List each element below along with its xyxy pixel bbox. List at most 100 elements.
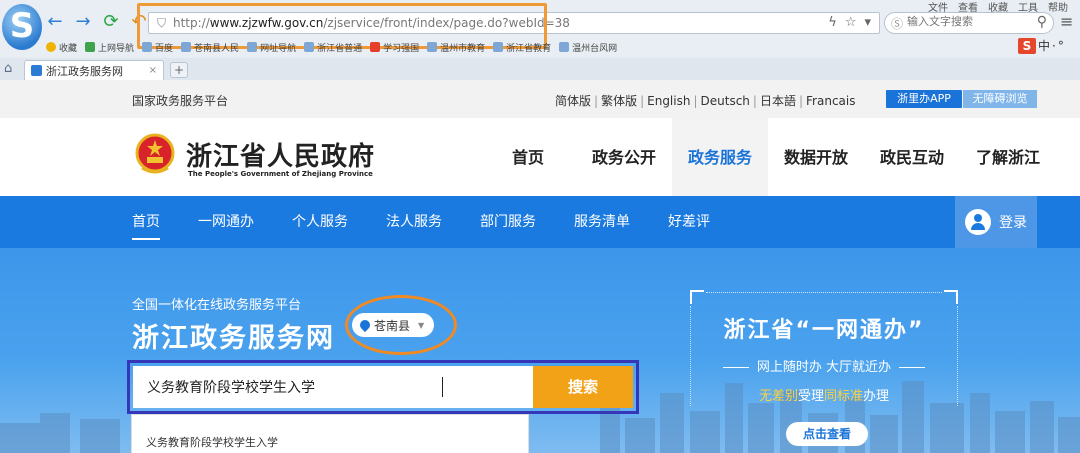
hero-banner: 全国一体化在线政务服务平台 浙江政务服务网 苍南县 ▼ 搜索 义务教育阶段学校学… (0, 248, 1080, 453)
ime-width[interactable]: ° (1058, 39, 1064, 53)
bookmark-item[interactable]: 浙江省教育 (493, 41, 551, 54)
subnav-home[interactable]: 首页 (132, 196, 160, 248)
subnav-corporate[interactable]: 法人服务 (386, 196, 442, 248)
home-icon[interactable]: ⌂ (4, 61, 12, 76)
nav-about-zhejiang[interactable]: 了解浙江 (960, 118, 1056, 196)
subnav-personal[interactable]: 个人服务 (292, 196, 348, 248)
nav-gov-affairs[interactable]: 政务公开 (576, 118, 672, 196)
undo-icon[interactable]: ↶ (130, 12, 148, 32)
nav-open-data[interactable]: 数据开放 (768, 118, 864, 196)
navigation-buttons: ← → ⟳ ↶ (46, 12, 148, 32)
subnav-one-stop[interactable]: 一网通办 (198, 196, 254, 248)
bookmark-item[interactable]: 百度 (142, 41, 173, 54)
service-search-input[interactable] (133, 366, 533, 408)
service-search: 搜索 (127, 360, 639, 414)
browser-logo[interactable]: S (2, 4, 42, 50)
bookmark-icon (85, 42, 96, 52)
hero-subtitle: 全国一体化在线政务服务平台 (132, 298, 302, 313)
login-label: 登录 (999, 215, 1027, 231)
bookmark-item[interactable]: 浙江省普通 (304, 41, 362, 54)
new-tab-button[interactable]: + (170, 62, 188, 78)
bookmark-icon (181, 42, 192, 52)
forward-arrow-icon[interactable]: → (74, 12, 92, 32)
refresh-icon[interactable]: ⟳ (102, 12, 120, 32)
ime-punct[interactable]: · (1052, 39, 1056, 53)
bookmark-icon (370, 42, 381, 52)
search-engine-icon[interactable]: Ⓢ (891, 15, 903, 32)
subnav-service-list[interactable]: 服务清单 (574, 196, 630, 248)
lightning-icon[interactable]: ϟ (828, 15, 837, 30)
region-selector[interactable]: 苍南县 ▼ (352, 313, 434, 337)
bookmark-icon (559, 42, 570, 52)
browser-search: Ⓢ ⚲ (884, 12, 1054, 34)
star-icon[interactable]: ☆ (845, 15, 857, 30)
region-label: 苍南县 (374, 318, 411, 333)
app-download-button[interactable]: 浙里办APP (886, 90, 962, 108)
menu-icon[interactable]: ≡ (1060, 12, 1073, 31)
promo-card: 浙江省“一网通办” 网上随时办 大厅就近办 无差别受理同标准办理 点击查看 (690, 290, 958, 453)
search-button[interactable]: 搜索 (533, 366, 633, 408)
national-emblem-icon (135, 133, 175, 174)
location-pin-icon (357, 317, 373, 333)
platform-link[interactable]: 国家政务服务平台 (132, 92, 228, 109)
address-bar[interactable]: ⛉ http://www.zjzwfw.gov.cn/zjservice/fro… (148, 12, 880, 34)
lang-german[interactable]: Deutsch (701, 94, 750, 108)
frame-border (706, 292, 942, 293)
chevron-down-icon[interactable]: ▾ (864, 15, 871, 30)
user-icon (965, 209, 991, 235)
frame-corner (690, 290, 704, 304)
language-switcher: 简体版 | 繁体版 | English | Deutsch | 日本語 | Francais (555, 94, 856, 108)
lang-english[interactable]: English (647, 94, 690, 108)
main-nav: 首页 政务公开 政务服务 数据开放 政民互动 了解浙江 (480, 118, 1056, 196)
close-icon[interactable]: × (149, 65, 157, 76)
tab-title: 浙江政务服务网 (46, 64, 123, 78)
bookmark-icon (142, 42, 153, 52)
login-button[interactable]: 登录 (955, 196, 1037, 248)
frame-corner (944, 290, 958, 304)
promo-title: 浙江省“一网通办” (723, 318, 925, 343)
bookmark-icon (304, 42, 315, 52)
security-shield-icon: ⛉ (157, 16, 167, 30)
bookmark-favorites[interactable]: 收藏 (46, 41, 77, 54)
promo-line-1: 网上随时办 大厅就近办 (690, 356, 958, 375)
site-topbar: 国家政务服务平台 简体版 | 繁体版 | English | Deutsch | 日本語 | Fra… (0, 80, 1080, 118)
bookmark-item[interactable]: 网址导航 (247, 41, 296, 54)
bookmark-item[interactable]: 温州台风网 (559, 41, 617, 54)
bookmark-item[interactable]: 学习强国 (370, 41, 419, 54)
gov-name-en: The People's Government of Zhejiang Prov… (188, 170, 373, 178)
ime-toolbar: S 中 · ° (1018, 37, 1064, 54)
tab-bar: ⌂ 浙江政务服务网 × + (0, 58, 1080, 80)
chevron-down-icon: ▼ (418, 320, 425, 330)
hero-title: 浙江政务服务网 (132, 323, 335, 354)
accessibility-button[interactable]: 无障碍浏览 (963, 90, 1037, 108)
bookmark-icon (427, 42, 438, 52)
bookmark-item[interactable]: 苍南县人民 (181, 41, 239, 54)
subnav-rating[interactable]: 好差评 (668, 196, 710, 248)
browser-chrome: 文件 查看 收藏 工具 帮助 S ← → ⟳ ↶ ⛉ http://www.zj… (0, 0, 1080, 80)
nav-home[interactable]: 首页 (480, 118, 576, 196)
tab-zjzwfw[interactable]: 浙江政务服务网 × (24, 60, 164, 80)
ime-logo-icon[interactable]: S (1018, 37, 1036, 54)
bookmark-item[interactable]: 上网导航 (85, 41, 134, 54)
nav-gov-services[interactable]: 政务服务 (672, 118, 768, 196)
lang-french[interactable]: Francais (806, 94, 855, 108)
bookmark-item[interactable]: 温州市教育 (427, 41, 485, 54)
text-cursor (442, 377, 443, 397)
star-icon (46, 42, 56, 52)
ime-mode[interactable]: 中 (1038, 37, 1050, 54)
promo-view-button[interactable]: 点击查看 (786, 422, 868, 446)
lang-traditional[interactable]: 繁体版 (601, 94, 637, 108)
site-header: 浙江省人民政府 The People's Government of Zheji… (0, 118, 1080, 196)
search-icon[interactable]: ⚲ (1037, 14, 1047, 30)
gov-name[interactable]: 浙江省人民政府 (186, 136, 375, 173)
back-arrow-icon[interactable]: ← (46, 12, 64, 32)
suggestion-item[interactable]: 义务教育阶段学校学生入学 (146, 434, 278, 450)
site-favicon-icon (31, 65, 42, 76)
address-url[interactable]: http://www.zjzwfw.gov.cn/zjservice/front… (173, 16, 570, 30)
browser-search-input[interactable] (907, 15, 1027, 28)
nav-interaction[interactable]: 政民互动 (864, 118, 960, 196)
subnav-departments[interactable]: 部门服务 (480, 196, 536, 248)
lang-simplified[interactable]: 简体版 (555, 94, 591, 108)
lang-japanese[interactable]: 日本語 (760, 94, 796, 108)
bookmark-icon (493, 42, 504, 52)
